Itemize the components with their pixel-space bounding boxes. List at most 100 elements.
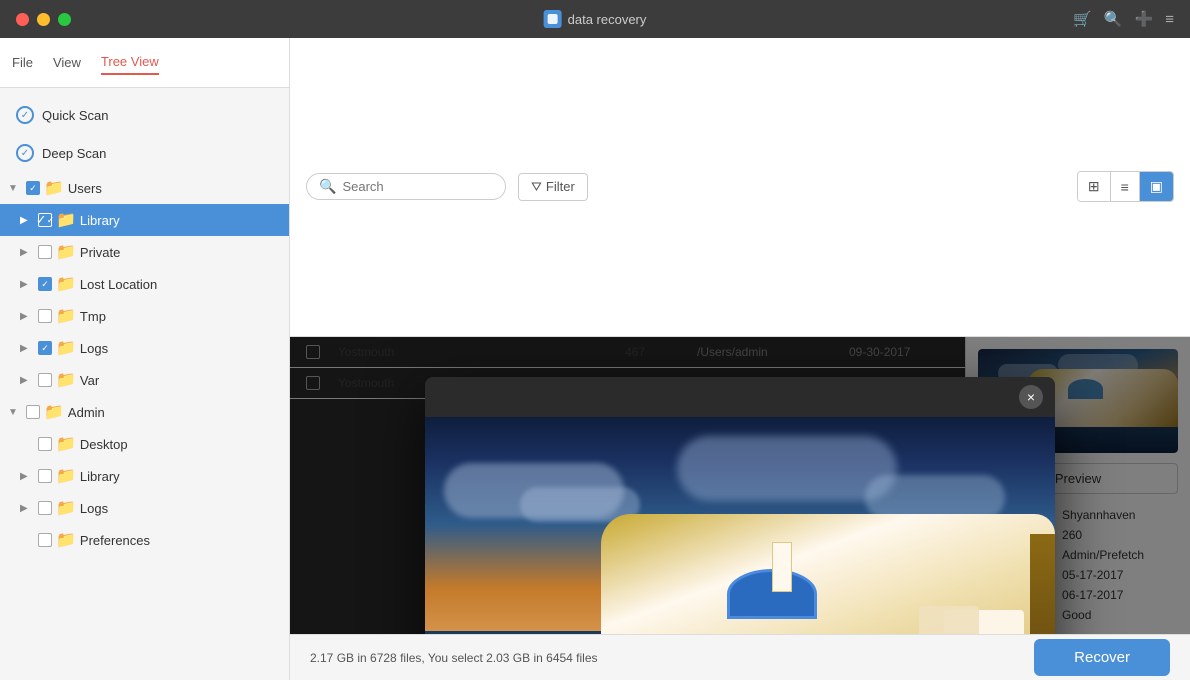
image-preview-modal: × xyxy=(425,377,1055,635)
tree-item-admin-logs[interactable]: ▶ 📁 Logs xyxy=(0,492,289,524)
maximize-window-button[interactable] xyxy=(58,13,71,26)
checkbox-lost[interactable] xyxy=(38,277,52,291)
filter-icon: ⛛ xyxy=(531,179,542,195)
label-admin: Admin xyxy=(68,405,281,420)
list-view-button[interactable]: ≡ xyxy=(1111,172,1140,201)
folder-icon-admin-logs: 📁 xyxy=(56,498,76,518)
folder-icon-library: 📁 xyxy=(56,210,76,230)
expand-arrow-var: ▶ xyxy=(20,375,34,386)
modal-overlay: × xyxy=(290,337,1190,635)
label-tmp: Tmp xyxy=(80,309,281,324)
checkbox-admin[interactable] xyxy=(26,405,40,419)
search-input[interactable] xyxy=(342,179,482,194)
sidebar-list: Quick Scan Deep Scan ▼ 📁 Users ▶ ✓ 📁 Lib… xyxy=(0,88,289,564)
folder-icon-desktop: 📁 xyxy=(56,434,76,454)
label-private: Private xyxy=(80,245,281,260)
close-window-button[interactable] xyxy=(16,13,29,26)
checkbox-users[interactable] xyxy=(26,181,40,195)
titlebar: data recovery 🛒 🔍 ➕ ≡ xyxy=(0,0,1190,38)
folder-icon-users: 📁 xyxy=(44,178,64,198)
tree-item-private[interactable]: ▶ 📁 Private xyxy=(0,236,289,268)
checkbox-admin-logs[interactable] xyxy=(38,501,52,515)
label-preferences: Preferences xyxy=(80,533,281,548)
label-var: Var xyxy=(80,373,281,388)
sidebar: File View Tree View Quick Scan Deep Scan… xyxy=(0,38,290,680)
modal-close-button[interactable]: × xyxy=(1019,385,1043,409)
app-title-text: data recovery xyxy=(568,12,647,27)
window-controls xyxy=(16,13,71,26)
search-box[interactable]: 🔍 xyxy=(306,173,506,200)
checkbox-private[interactable] xyxy=(38,245,52,259)
expand-arrow-lost: ▶ xyxy=(20,279,34,290)
main-layout: File View Tree View Quick Scan Deep Scan… xyxy=(0,38,1190,680)
label-users: Users xyxy=(68,181,281,196)
quick-scan-item[interactable]: Quick Scan xyxy=(0,96,289,134)
label-library: Library xyxy=(80,213,281,228)
label-admin-logs: Logs xyxy=(80,501,281,516)
tree-item-var[interactable]: ▶ 📁 Var xyxy=(0,364,289,396)
expand-arrow-private: ▶ xyxy=(20,247,34,258)
menu-icon[interactable]: ≡ xyxy=(1165,11,1174,28)
expand-arrow-library: ▶ xyxy=(20,215,34,226)
checkbox-admin-library[interactable] xyxy=(38,469,52,483)
modal-image xyxy=(425,417,1055,635)
checkbox-library[interactable]: ✓ xyxy=(38,213,52,227)
folder-icon-admin-library: 📁 xyxy=(56,466,76,486)
nav-file[interactable]: File xyxy=(12,51,33,74)
nav-tree-view[interactable]: Tree View xyxy=(101,50,159,75)
folder-icon-admin: 📁 xyxy=(44,402,64,422)
toolbar: 🔍 ⛛ Filter ⊞ ≡ ▣ xyxy=(290,38,1190,337)
main-recover-button[interactable]: Recover xyxy=(1034,639,1170,676)
expand-arrow-admin-library: ▶ xyxy=(20,471,34,482)
checkbox-preferences[interactable] xyxy=(38,533,52,547)
filter-button[interactable]: ⛛ Filter xyxy=(518,173,588,201)
deep-scan-label: Deep Scan xyxy=(42,146,106,161)
label-logs: Logs xyxy=(80,341,281,356)
deep-scan-item[interactable]: Deep Scan xyxy=(0,134,289,172)
deep-scan-icon xyxy=(16,144,34,162)
checkbox-logs[interactable] xyxy=(38,341,52,355)
content-with-panel: Yostmouth 467 /Users/admin 09-30-2017 Yo… xyxy=(290,337,1190,635)
label-lost: Lost Location xyxy=(80,277,281,292)
right-side: 🔍 ⛛ Filter ⊞ ≡ ▣ Yostmouth 467 xyxy=(290,38,1190,680)
tree-item-preferences[interactable]: ▶ 📁 Preferences xyxy=(0,524,289,556)
tree-item-desktop[interactable]: ▶ 📁 Desktop xyxy=(0,428,289,460)
tree-item-lost-location[interactable]: ▶ 📁 Lost Location xyxy=(0,268,289,300)
checkbox-desktop[interactable] xyxy=(38,437,52,451)
expand-arrow-tmp: ▶ xyxy=(20,311,34,322)
sidebar-nav: File View Tree View xyxy=(0,38,289,88)
tree-item-library[interactable]: ▶ ✓ 📁 Library xyxy=(0,204,289,236)
modal-header: × xyxy=(425,377,1055,417)
view-controls: ⊞ ≡ ▣ xyxy=(1077,171,1174,202)
search-title-icon[interactable]: 🔍 xyxy=(1104,10,1123,28)
folder-icon-lost: 📁 xyxy=(56,274,76,294)
search-icon: 🔍 xyxy=(319,178,336,195)
checkbox-var[interactable] xyxy=(38,373,52,387)
tree-item-users[interactable]: ▼ 📁 Users xyxy=(0,172,289,204)
expand-arrow-admin: ▼ xyxy=(8,407,22,418)
bottom-bar: 2.17 GB in 6728 files, You select 2.03 G… xyxy=(290,634,1190,680)
tree-item-logs[interactable]: ▶ 📁 Logs xyxy=(0,332,289,364)
panel-view-button[interactable]: ▣ xyxy=(1140,172,1173,201)
quick-scan-label: Quick Scan xyxy=(42,108,108,123)
folder-icon-tmp: 📁 xyxy=(56,306,76,326)
tree-item-tmp[interactable]: ▶ 📁 Tmp xyxy=(0,300,289,332)
label-desktop: Desktop xyxy=(80,437,281,452)
expand-arrow-users: ▼ xyxy=(8,183,22,194)
tree-item-admin[interactable]: ▼ 📁 Admin xyxy=(0,396,289,428)
cart-icon[interactable]: 🛒 xyxy=(1073,10,1092,28)
filter-label: Filter xyxy=(546,179,575,194)
folder-icon-logs: 📁 xyxy=(56,338,76,358)
minimize-window-button[interactable] xyxy=(37,13,50,26)
label-admin-library: Library xyxy=(80,469,281,484)
app-icon xyxy=(544,10,562,28)
folder-icon-preferences: 📁 xyxy=(56,530,76,550)
grid-view-button[interactable]: ⊞ xyxy=(1078,172,1111,201)
add-icon[interactable]: ➕ xyxy=(1135,10,1154,28)
titlebar-actions: 🛒 🔍 ➕ ≡ xyxy=(1073,10,1174,28)
expand-arrow-admin-logs: ▶ xyxy=(20,503,34,514)
nav-view[interactable]: View xyxy=(53,51,81,74)
tree-item-admin-library[interactable]: ▶ 📁 Library xyxy=(0,460,289,492)
folder-icon-var: 📁 xyxy=(56,370,76,390)
checkbox-tmp[interactable] xyxy=(38,309,52,323)
